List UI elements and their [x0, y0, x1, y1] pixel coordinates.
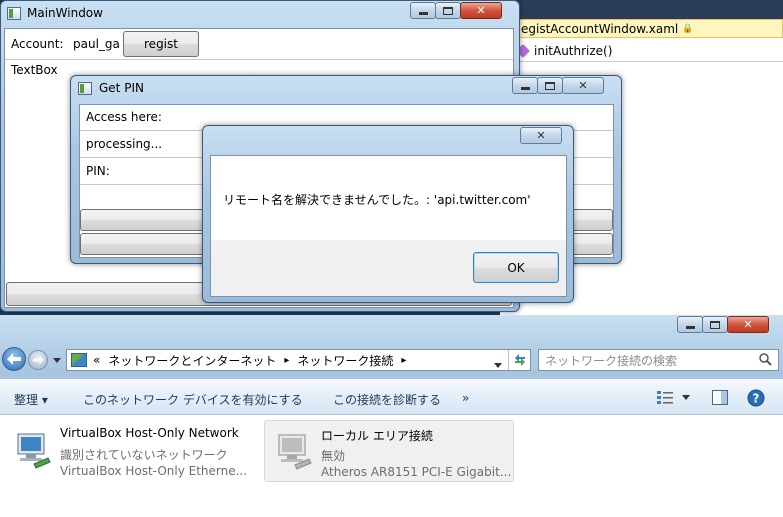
maximize-icon [545, 81, 555, 90]
preview-pane-icon [712, 390, 728, 405]
search-box[interactable]: ネットワーク接続の検索 [538, 349, 779, 371]
main-window-titlebar[interactable]: MainWindow ✕ [1, 1, 519, 27]
chevron-down-icon [682, 395, 690, 400]
pin-row-access-label: Access here: [86, 110, 162, 124]
search-icon [759, 353, 772, 369]
view-options-button[interactable] [656, 390, 690, 405]
get-pin-titlebar[interactable]: Get PIN ✕ [71, 76, 621, 102]
explorer-close-button[interactable]: ✕ [727, 316, 769, 333]
close-icon: ✕ [743, 318, 753, 331]
breadcrumb-item-network-connections[interactable]: ネットワーク接続 [297, 352, 393, 369]
minimize-icon [520, 87, 530, 90]
address-bar[interactable]: « ネットワークとインターネット ▸ ネットワーク接続 ▸ [66, 349, 531, 371]
explorer-frame: ✕ « ネットワークとインターネット ▸ ネットワーク接続 ▸ ネットワーク接続 [0, 315, 783, 379]
control-panel-icon [71, 353, 87, 367]
help-button[interactable]: ? [747, 389, 765, 410]
command-bar: 整理 ▾ このネットワーク デバイスを有効にする この接続を診断する » ? [0, 379, 783, 415]
get-pin-close-button[interactable]: ✕ [562, 77, 604, 94]
connection-name: VirtualBox Host-Only Network [60, 426, 239, 440]
enable-device-button[interactable]: このネットワーク デバイスを有効にする [83, 391, 303, 408]
explorer-window: ✕ « ネットワークとインターネット ▸ ネットワーク接続 ▸ ネットワーク接続 [0, 315, 783, 517]
back-button[interactable] [2, 347, 26, 371]
error-dialog: ✕ リモート名を解決できませんでした。: 'api.twitter.com' O… [202, 125, 574, 303]
minimize-icon [685, 326, 695, 329]
refresh-button[interactable] [508, 350, 530, 370]
ok-button-label: OK [507, 260, 525, 275]
forward-arrow-icon [32, 355, 44, 365]
get-pin-minimize-button[interactable] [512, 77, 538, 94]
preview-pane-button[interactable] [712, 390, 728, 408]
regist-button[interactable]: regist [123, 31, 199, 57]
connection-name: ローカル エリア接続 [321, 429, 433, 443]
connection-status: 無効 [321, 449, 346, 463]
connection-status: 識別されていないネットワーク [60, 448, 228, 462]
editor-tab-label: egistAccountWindow.xaml [521, 21, 679, 36]
lock-icon: 🔒 [682, 23, 694, 34]
breadcrumb-sep-icon[interactable]: ▸ [284, 355, 289, 366]
help-icon: ? [747, 389, 765, 407]
close-button[interactable]: ✕ [460, 2, 502, 19]
connection-device: Atheros AR8151 PCI-E Gigabit... [321, 465, 512, 479]
app-window-icon [7, 7, 21, 20]
view-details-icon [657, 391, 673, 404]
connections-list: VirtualBox Host-Only Network 識別されていないネット… [0, 415, 783, 517]
ok-button[interactable]: OK [473, 252, 559, 283]
diagnose-connection-button[interactable]: この接続を診断する [333, 391, 441, 408]
back-arrow-icon [7, 353, 21, 365]
refresh-icon [514, 354, 525, 366]
organize-menu-button[interactable]: 整理 ▾ [14, 391, 48, 408]
search-input[interactable]: ネットワーク接続の検索 [545, 352, 677, 369]
get-pin-window-icon [78, 82, 92, 95]
get-pin-title: Get PIN [99, 81, 144, 95]
chevron-down-icon [494, 363, 502, 368]
forward-button[interactable] [28, 350, 48, 370]
network-adapter-disabled-icon [278, 434, 312, 470]
editor-tab[interactable]: egistAccountWindow.xaml 🔒 [514, 19, 783, 38]
network-adapter-icon [17, 433, 51, 469]
error-message-area: リモート名を解決できませんでした。: 'api.twitter.com' [211, 156, 566, 240]
close-icon: ✕ [536, 129, 546, 142]
more-commands-button[interactable]: » [462, 391, 469, 405]
textbox-label: TextBox [11, 63, 58, 77]
textbox-divider [5, 59, 513, 60]
breadcrumb-sep-icon[interactable]: ▸ [401, 355, 406, 366]
connection-device: VirtualBox Host-Only Etherne... [60, 464, 248, 478]
minimize-button[interactable] [410, 2, 436, 19]
error-message: リモート名を解決できませんでした。: 'api.twitter.com' [223, 193, 531, 207]
chevron-down-icon [53, 357, 61, 363]
account-value: paul_ga [73, 37, 120, 51]
connection-tile-virtualbox[interactable]: VirtualBox Host-Only Network 識別されていないネット… [4, 420, 260, 482]
editor-member-label: initAuthrize() [534, 43, 613, 58]
pin-row-pin-label: PIN: [86, 164, 110, 178]
maximize-button[interactable] [435, 2, 461, 19]
close-icon: ✕ [476, 4, 486, 17]
close-icon: ✕ [578, 79, 588, 92]
explorer-maximize-button[interactable] [702, 316, 728, 333]
error-dialog-client: リモート名を解決できませんでした。: 'api.twitter.com' OK [210, 155, 567, 297]
maximize-icon [710, 320, 720, 329]
maximize-icon [443, 6, 453, 15]
error-dialog-titlebar[interactable]: ✕ [203, 126, 573, 152]
breadcrumb-item-network-internet[interactable]: ネットワークとインターネット [108, 352, 276, 369]
get-pin-maximize-button[interactable] [537, 77, 563, 94]
error-dialog-close-button[interactable]: ✕ [520, 127, 562, 144]
editor-member-bar[interactable]: initAuthrize() [514, 40, 783, 62]
regist-button-label: regist [144, 37, 178, 51]
history-dropdown-button[interactable] [51, 353, 63, 367]
pin-row-processing-label: processing... [86, 137, 163, 151]
main-window-title: MainWindow [27, 6, 103, 20]
address-dropdown-button[interactable] [494, 357, 502, 371]
breadcrumb-overflow[interactable]: « [93, 353, 100, 367]
svg-text:?: ? [753, 392, 760, 406]
account-label: Account: [11, 37, 64, 51]
connection-tile-local-area[interactable]: ローカル エリア接続 無効 Atheros AR8151 PCI-E Gigab… [264, 420, 514, 482]
explorer-minimize-button[interactable] [677, 316, 703, 333]
minimize-icon [418, 12, 428, 15]
